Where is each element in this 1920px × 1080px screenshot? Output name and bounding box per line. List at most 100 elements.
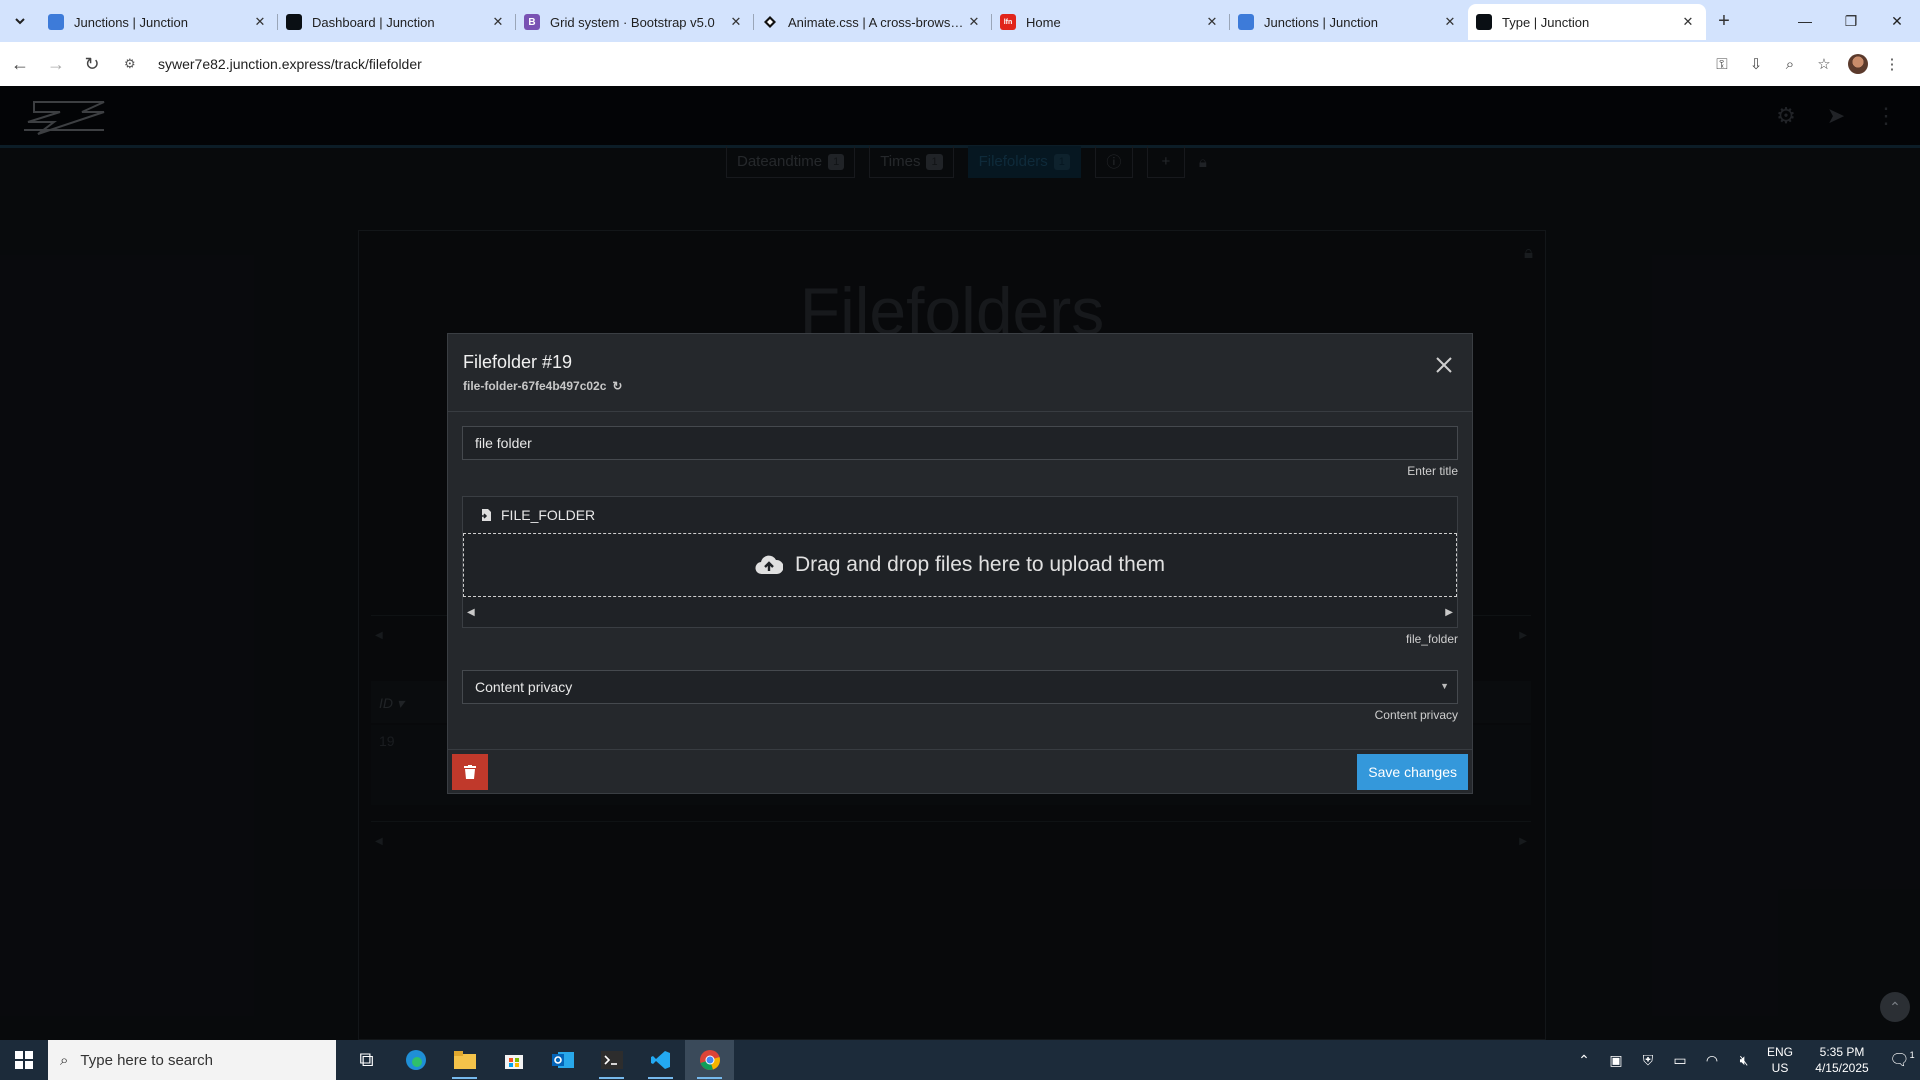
content-privacy-select[interactable]: Content privacy ▼ [462,670,1458,704]
browser-tab[interactable]: Dashboard | Junction ✕ [278,4,516,40]
close-tab-icon[interactable]: ✕ [490,14,506,30]
junction-favicon-icon [1238,14,1254,30]
close-tab-icon[interactable]: ✕ [252,14,268,30]
trash-icon [464,765,476,779]
password-key-icon[interactable]: ⚿ [1712,54,1732,74]
delete-button[interactable] [452,754,488,790]
zoom-icon[interactable]: ⌕ [1780,54,1800,74]
url-omnibox[interactable]: ⚙ sywer7e82.junction.express/track/filef… [116,47,1702,81]
modal-title: Filefolder #19 [463,352,573,372]
reload-button[interactable]: ↻ [76,48,108,80]
chrome-icon[interactable] [685,1040,734,1080]
lang-code: ENG [1766,1045,1793,1059]
bookmark-star-icon[interactable]: ☆ [1814,54,1834,74]
browser-tab[interactable]: Junctions | Junction ✕ [40,4,278,40]
address-bar: ← → ↻ ⚙ sywer7e82.junction.express/track… [0,42,1920,86]
file-explorer-icon[interactable] [440,1040,489,1080]
browser-tab[interactable]: Junctions | Junction ✕ [1230,4,1468,40]
modal-header: Filefolder #19 file-folder-67fe4b497c02c… [448,334,1472,412]
restore-icon[interactable]: ❐ [1828,0,1874,42]
notification-center-icon[interactable]: 🗨︎ 1 [1884,1050,1920,1070]
save-changes-button[interactable]: Save changes [1357,754,1468,790]
browser-tab[interactable]: Animate.css | A cross-browser library of… [754,4,992,40]
home-favicon-icon: lfn [1000,14,1016,30]
windows-logo-icon [15,1051,33,1069]
site-settings-icon[interactable]: ⚙ [124,56,146,72]
browser-tab[interactable]: B Grid system · Bootstrap v5.0 ✕ [516,4,754,40]
file-hint: file_folder [1405,632,1458,646]
outlook-icon[interactable] [538,1040,587,1080]
file-upload-field: FILE_FOLDER Drag and drop files here to … [462,496,1458,628]
start-button[interactable] [0,1040,48,1080]
browser-tab-active[interactable]: Type | Junction ✕ [1468,4,1706,40]
refresh-icon[interactable]: ↻ [612,379,622,393]
new-tab-button[interactable]: + [1706,0,1742,42]
terminal-icon[interactable] [587,1040,636,1080]
install-app-icon[interactable]: ⇩ [1746,54,1766,74]
junction-favicon-icon [1476,14,1492,30]
filefolder-modal: Filefolder #19 file-folder-67fe4b497c02c… [447,333,1473,794]
file-import-icon [480,509,491,521]
junction-favicon-icon [48,14,64,30]
forward-button[interactable]: → [40,48,72,80]
title-input[interactable]: file folder [462,426,1458,460]
close-tab-icon[interactable]: ✕ [966,14,982,30]
bootstrap-favicon-icon: B [524,14,540,30]
privacy-hint: Content privacy [1374,708,1458,722]
chevron-up-icon[interactable]: ⌃ [1568,1052,1600,1069]
file-scrollbar[interactable]: ◀ ▶ [463,597,1457,627]
tab-title: Grid system · Bootstrap v5.0 [550,14,715,30]
file-field-header: FILE_FOLDER [463,497,1457,533]
scroll-to-top-button[interactable]: ⌃ [1880,992,1910,1022]
dropzone-text: Drag and drop files here to upload them [794,553,1166,576]
tab-title: Junctions | Junction [1264,14,1378,30]
slug-text: file-folder-67fe4b497c02c [463,379,607,393]
lang-region: US [1771,1061,1789,1075]
system-tray: ⌃ ▣ ⛨ ▭ ◠ 🔇︎ ENG US 5:35 PM 4/15/2025 🗨︎… [1568,1040,1920,1080]
volume-muted-icon[interactable]: 🔇︎ [1728,1052,1760,1069]
close-modal-button[interactable] [1434,356,1454,376]
close-tab-icon[interactable]: ✕ [1204,14,1220,30]
junction-favicon-icon [286,14,302,30]
file-field-label: FILE_FOLDER [501,507,596,523]
select-caret-icon: ▼ [1440,681,1449,691]
close-window-icon[interactable]: ✕ [1874,0,1920,42]
browser-menu-icon[interactable]: ⋮ [1882,54,1902,74]
meet-now-icon[interactable]: ▣ [1600,1052,1632,1069]
battery-icon[interactable]: ▭ [1664,1052,1696,1069]
windows-taskbar: ⌕ Type here to search ⧉ ⌃ ▣ ⛨ ▭ ◠ 🔇︎ ENG… [0,1040,1920,1080]
edge-icon[interactable] [391,1040,440,1080]
title-hint: Enter title [1407,464,1458,478]
tab-title: Type | Junction [1502,14,1590,30]
tab-title: Home [1026,14,1061,30]
chevron-down-icon [15,18,25,25]
task-view-icon[interactable]: ⧉ [342,1040,391,1080]
vscode-icon[interactable] [636,1040,685,1080]
close-tab-icon[interactable]: ✕ [1680,14,1696,30]
close-tab-icon[interactable]: ✕ [1442,14,1458,30]
tab-title: Dashboard | Junction [312,14,435,30]
search-icon: ⌕ [60,1051,69,1069]
tab-title: Animate.css | A cross-browser library of… [788,14,966,30]
close-tab-icon[interactable]: ✕ [728,14,744,30]
profile-avatar[interactable] [1848,54,1868,74]
tab-title: Junctions | Junction [74,14,188,30]
tab-search-button[interactable] [0,0,40,42]
close-icon [1436,357,1452,373]
language-indicator[interactable]: ENG US [1760,1044,1800,1076]
back-button[interactable]: ← [4,48,36,80]
cloud-upload-icon [755,555,783,575]
modal-footer: Save changes [448,749,1472,793]
browser-tab-strip: Junctions | Junction ✕ Dashboard | Junct… [0,0,1920,42]
dropzone[interactable]: Drag and drop files here to upload them [463,533,1457,597]
microsoft-store-icon[interactable] [489,1040,538,1080]
taskbar-search[interactable]: ⌕ Type here to search [48,1040,336,1080]
network-icon[interactable]: ◠ [1696,1052,1728,1069]
animate-favicon-icon [762,14,778,30]
clock-date: 4/15/2025 [1815,1061,1869,1075]
minimize-icon[interactable]: ― [1782,0,1828,42]
security-icon[interactable]: ⛨ [1632,1052,1664,1069]
browser-tab[interactable]: lfn Home ✕ [992,4,1230,40]
search-placeholder: Type here to search [80,1051,213,1069]
clock[interactable]: 5:35 PM 4/15/2025 [1800,1044,1884,1076]
